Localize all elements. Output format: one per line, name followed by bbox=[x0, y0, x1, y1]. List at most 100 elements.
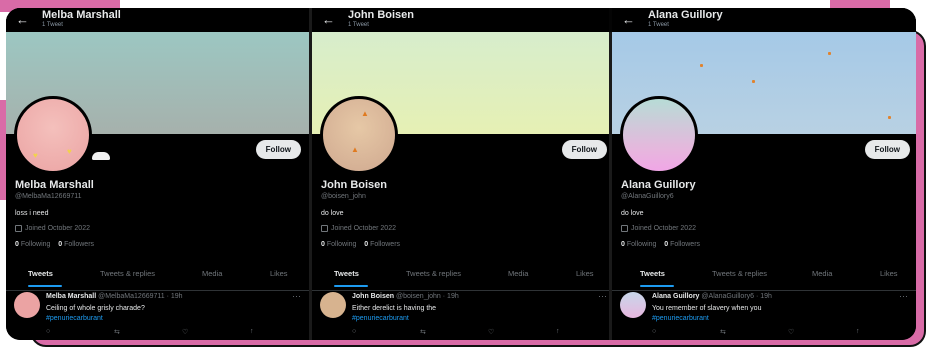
retweet-icon[interactable]: ⇆ bbox=[420, 328, 426, 336]
profile-header: ← Melba Marshall 1 Tweet bbox=[6, 8, 309, 32]
avatar[interactable]: ♥ ♥ bbox=[14, 96, 92, 174]
header-name: John Boisen bbox=[348, 9, 415, 21]
joined-text: Joined October 2022 bbox=[631, 225, 696, 232]
reply-icon[interactable]: ○ bbox=[352, 328, 356, 335]
like-icon[interactable]: ♡ bbox=[182, 328, 188, 336]
like-icon[interactable]: ♡ bbox=[788, 328, 794, 336]
share-icon[interactable]: ↑ bbox=[556, 328, 560, 335]
share-icon[interactable]: ↑ bbox=[856, 328, 860, 335]
follow-counts: 0 Following 0 Followers bbox=[621, 241, 700, 248]
tab-tweets[interactable]: Tweets bbox=[334, 269, 359, 278]
tab-tweets-replies[interactable]: Tweets & replies bbox=[712, 269, 767, 278]
header-tweet-count: 1 Tweet bbox=[648, 22, 669, 28]
following-label: Following bbox=[20, 241, 51, 248]
tweet-author[interactable]: Melba Marshall bbox=[46, 293, 96, 300]
profile-bio: do love bbox=[321, 210, 344, 217]
profile-header: ← Alana Guillory 1 Tweet bbox=[612, 8, 916, 32]
tweet-text: Either derelict is having the bbox=[352, 305, 437, 312]
follow-button[interactable]: Follow bbox=[561, 140, 607, 159]
followers-count: 0 bbox=[364, 241, 369, 248]
tab-tweets-replies[interactable]: Tweets & replies bbox=[406, 269, 461, 278]
profile-handle: @MelbaMa12669711 bbox=[15, 193, 82, 200]
butterfly-icon: ▲ bbox=[361, 109, 369, 118]
header-tweet-count: 1 Tweet bbox=[348, 22, 369, 28]
tweet-avatar[interactable] bbox=[14, 292, 40, 318]
tweet-header: John Boisen @boisen_john · 19h bbox=[352, 293, 459, 300]
header-tweet-count: 1 Tweet bbox=[42, 22, 63, 28]
profile-panel-john: ← John Boisen 1 Tweet ▲ ▲ Follow John Bo… bbox=[312, 8, 615, 340]
heart-icon: ♥ bbox=[33, 151, 38, 160]
tab-tweets[interactable]: Tweets bbox=[28, 269, 53, 278]
joined-text: Joined October 2022 bbox=[25, 225, 90, 232]
profiles-window: ← Melba Marshall 1 Tweet ♥ ♥ Follow Melb… bbox=[6, 8, 916, 340]
following-link[interactable]: 0 Following bbox=[321, 241, 356, 248]
followers-link[interactable]: 0 Followers bbox=[364, 241, 400, 248]
followers-link[interactable]: 0 Followers bbox=[58, 241, 94, 248]
joined-date: Joined October 2022 bbox=[621, 225, 696, 232]
tweet-hashtag[interactable]: #penuriecarburant bbox=[652, 315, 709, 322]
butterfly-icon bbox=[888, 116, 891, 119]
more-icon[interactable]: ··· bbox=[899, 291, 908, 301]
tweet-author[interactable]: John Boisen bbox=[352, 293, 394, 300]
followers-link[interactable]: 0 Followers bbox=[664, 241, 700, 248]
following-link[interactable]: 0 Following bbox=[621, 241, 656, 248]
joined-date: Joined October 2022 bbox=[321, 225, 396, 232]
active-tab-indicator bbox=[28, 285, 62, 287]
calendar-icon bbox=[15, 225, 22, 232]
retweet-icon[interactable]: ⇆ bbox=[720, 328, 726, 336]
more-icon[interactable]: ··· bbox=[292, 291, 301, 301]
tweet-hashtag[interactable]: #penuriecarburant bbox=[46, 315, 103, 322]
followers-count: 0 bbox=[58, 241, 63, 248]
profile-panel-alana: ← Alana Guillory 1 Tweet Follow Alana Gu… bbox=[612, 8, 916, 340]
reply-icon[interactable]: ○ bbox=[46, 328, 50, 335]
butterfly-icon bbox=[828, 52, 831, 55]
tab-tweets-replies[interactable]: Tweets & replies bbox=[100, 269, 155, 278]
tab-media[interactable]: Media bbox=[812, 269, 832, 278]
following-link[interactable]: 0 Following bbox=[15, 241, 50, 248]
arrow-left-icon[interactable]: ← bbox=[16, 12, 29, 27]
calendar-icon bbox=[321, 225, 328, 232]
profile-bio: do love bbox=[621, 210, 644, 217]
tab-likes[interactable]: Likes bbox=[270, 269, 288, 278]
tweet-avatar[interactable] bbox=[620, 292, 646, 318]
joined-date: Joined October 2022 bbox=[15, 225, 90, 232]
more-icon[interactable]: ··· bbox=[598, 291, 607, 301]
follow-counts: 0 Following 0 Followers bbox=[321, 241, 400, 248]
follow-button[interactable]: Follow bbox=[255, 140, 301, 159]
arrow-left-icon[interactable]: ← bbox=[322, 12, 335, 27]
profile-handle: @AlanaGuillory6 bbox=[621, 193, 674, 200]
tweet-meta: @AlanaGuillory6 · 19h bbox=[701, 293, 772, 300]
tweet-hashtag[interactable]: #penuriecarburant bbox=[352, 315, 409, 322]
tweet-meta: @boisen_john · 19h bbox=[395, 293, 459, 300]
arrow-left-icon[interactable]: ← bbox=[622, 12, 635, 27]
tweet-text: You remember of slavery when you bbox=[652, 305, 762, 312]
follow-button[interactable]: Follow bbox=[864, 140, 910, 159]
profile-tabs: Tweets Tweets & replies Media Likes bbox=[612, 260, 916, 291]
retweet-icon[interactable]: ⇆ bbox=[114, 328, 120, 336]
profile-panel-melba: ← Melba Marshall 1 Tweet ♥ ♥ Follow Melb… bbox=[6, 8, 309, 340]
tweet-header: Melba Marshall @MelbaMa12669711 · 19h bbox=[46, 293, 183, 300]
active-tab-indicator bbox=[640, 285, 674, 287]
tweet-author[interactable]: Alana Guillory bbox=[652, 293, 699, 300]
following-label: Following bbox=[626, 241, 657, 248]
followers-count: 0 bbox=[664, 241, 669, 248]
avatar[interactable]: ▲ ▲ bbox=[320, 96, 398, 174]
joined-text: Joined October 2022 bbox=[331, 225, 396, 232]
tab-media[interactable]: Media bbox=[202, 269, 222, 278]
tab-likes[interactable]: Likes bbox=[576, 269, 594, 278]
tweet-avatar[interactable] bbox=[320, 292, 346, 318]
tab-tweets[interactable]: Tweets bbox=[640, 269, 665, 278]
avatar[interactable] bbox=[620, 96, 698, 174]
profile-tabs: Tweets Tweets & replies Media Likes bbox=[6, 260, 309, 291]
like-icon[interactable]: ♡ bbox=[488, 328, 494, 336]
tab-likes[interactable]: Likes bbox=[880, 269, 898, 278]
reply-icon[interactable]: ○ bbox=[652, 328, 656, 335]
heart-icon: ♥ bbox=[67, 147, 72, 156]
profile-tabs: Tweets Tweets & replies Media Likes bbox=[312, 260, 615, 291]
profile-name: Alana Guillory bbox=[621, 179, 696, 191]
profile-bio: loss i need bbox=[15, 210, 49, 217]
share-icon[interactable]: ↑ bbox=[250, 328, 254, 335]
following-label: Following bbox=[326, 241, 357, 248]
followers-label: Followers bbox=[370, 241, 401, 248]
tab-media[interactable]: Media bbox=[508, 269, 528, 278]
